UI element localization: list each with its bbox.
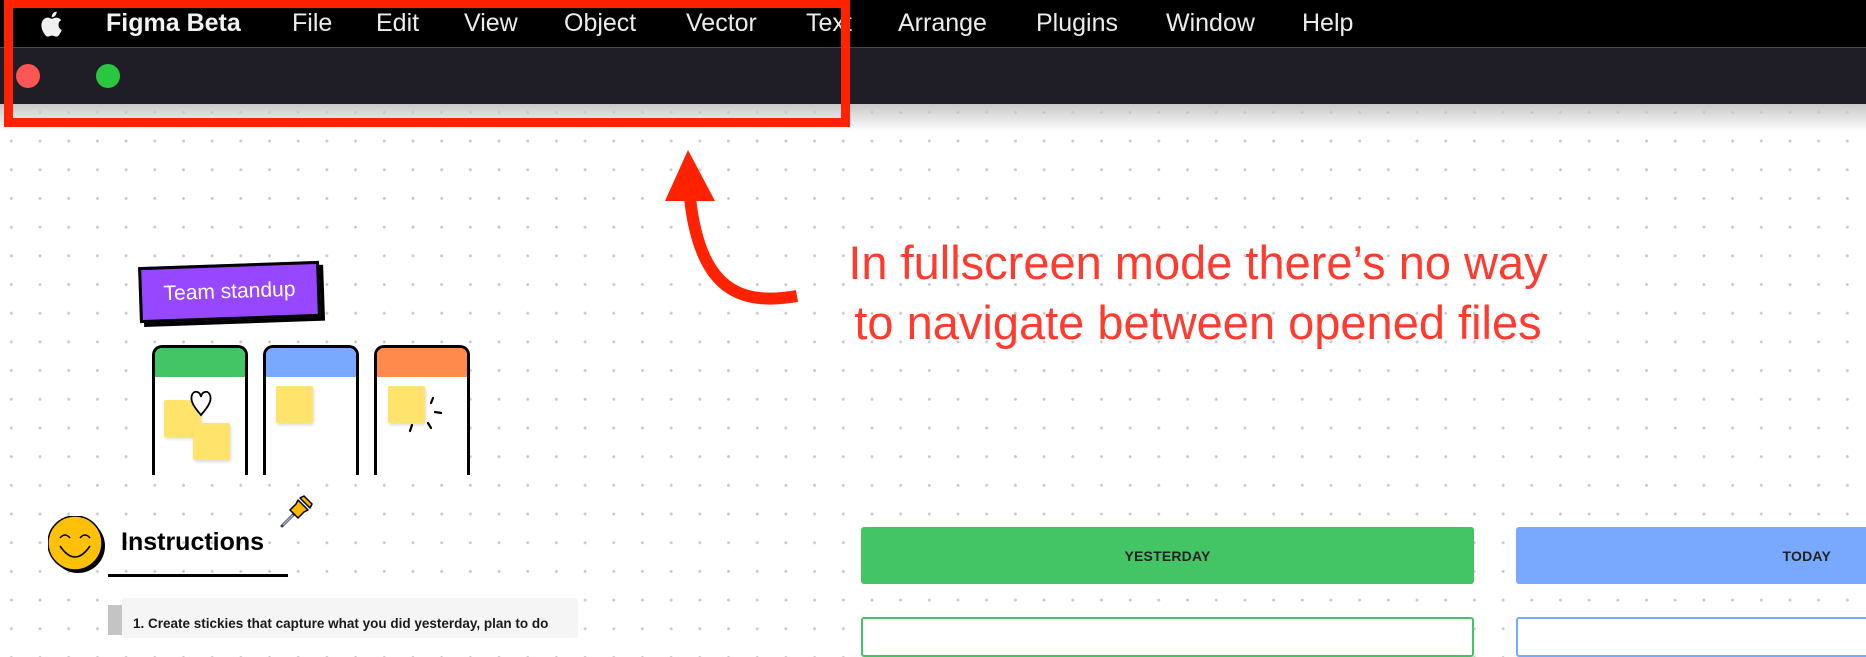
smiley-face-icon — [48, 516, 105, 573]
annotation-line-2: to navigate between opened files — [854, 296, 1542, 349]
annotation-line-1: In fullscreen mode there’s no way — [848, 236, 1548, 289]
yesterday-column-label: YESTERDAY — [1124, 547, 1211, 564]
today-column-label: TODAY — [1782, 547, 1831, 564]
mini-column-header — [377, 348, 467, 377]
today-column-header[interactable]: TODAY — [1516, 527, 1866, 584]
instructions-step-1: 1. Create stickies that capture what you… — [133, 616, 549, 631]
instructions-title: Instructions — [121, 528, 265, 556]
mini-column-header — [266, 348, 356, 377]
mini-column-header — [155, 348, 245, 377]
annotation-text: In fullscreen mode there’s no way to nav… — [818, 233, 1578, 353]
heart-icon — [190, 390, 212, 417]
annotation-arrow-icon — [665, 150, 799, 305]
yesterday-column-body[interactable] — [861, 617, 1474, 657]
instructions-accent-bar — [108, 605, 122, 635]
menu-arrange[interactable]: Arrange — [898, 7, 987, 39]
instructions-underline — [108, 574, 288, 577]
menu-window[interactable]: Window — [1166, 7, 1255, 39]
menu-plugins[interactable]: Plugins — [1036, 7, 1118, 39]
annotation-highlight-box — [4, 0, 850, 127]
mini-sticky[interactable] — [276, 386, 313, 423]
today-column-body[interactable] — [1516, 617, 1866, 657]
mini-sticky[interactable] — [193, 423, 230, 460]
sparkle-icon — [408, 396, 443, 433]
pushpin-icon — [280, 495, 313, 528]
yesterday-column-header[interactable]: YESTERDAY — [861, 527, 1474, 584]
menu-help[interactable]: Help — [1302, 7, 1353, 39]
team-standup-tag[interactable]: Team standup — [138, 260, 321, 324]
